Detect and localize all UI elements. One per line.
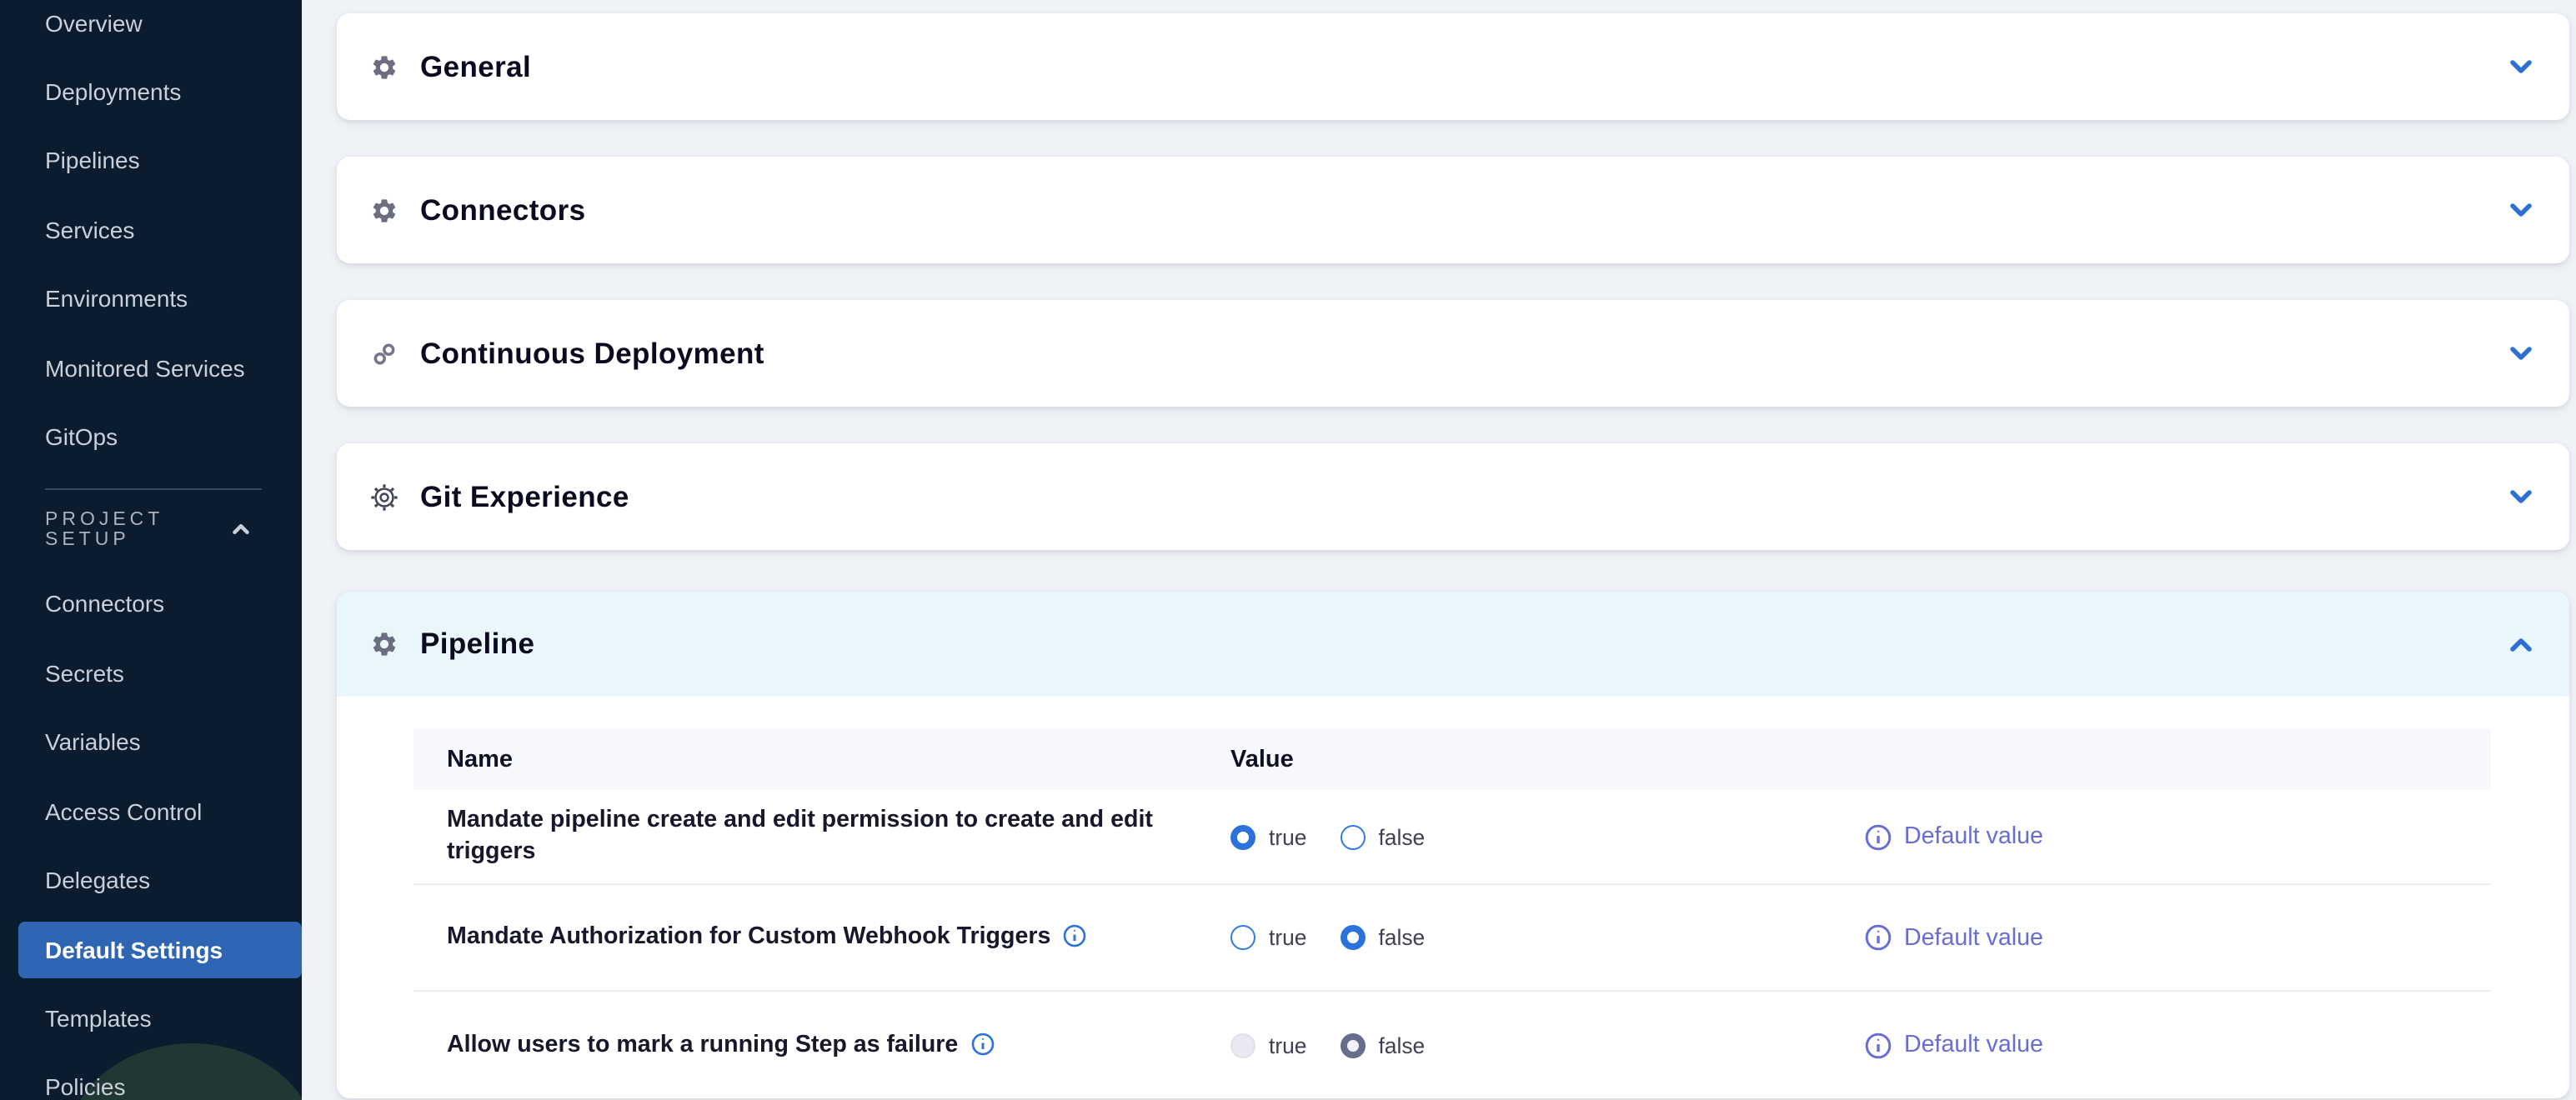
chevron-down-icon[interactable]	[2508, 53, 2534, 80]
default-value-link[interactable]: Default value	[1864, 923, 2491, 952]
true-false-radio-group: true false	[1230, 925, 1864, 950]
sidebar-item-monitored-services[interactable]: Monitored Services	[0, 333, 302, 402]
sidebar: OverviewDeploymentsPipelinesServicesEnvi…	[0, 0, 302, 1100]
table-rows: Mandate pipeline create and edit permiss…	[413, 790, 2491, 1098]
default-settings-page: OverviewDeploymentsPipelinesServicesEnvi…	[0, 0, 2576, 1100]
chevron-down-icon[interactable]	[2508, 340, 2534, 367]
true-false-radio-group: true false	[1230, 1032, 1864, 1058]
setting-name: Mandate pipeline create and edit permiss…	[447, 806, 1230, 868]
radio-selected-icon[interactable]	[1230, 824, 1255, 849]
section-header-git-experience[interactable]: Git Experience	[337, 443, 2569, 550]
default-value-text: Default value	[1904, 823, 2043, 850]
radio-option-false[interactable]: false	[1340, 824, 1425, 849]
column-header-name: Name	[447, 746, 1230, 772]
default-value-link[interactable]: Default value	[1864, 1031, 2491, 1059]
project-setup-label: PROJECT SETUP	[45, 509, 228, 549]
section-header-continuous-deployment[interactable]: Continuous Deployment	[337, 300, 2569, 407]
sidebar-nav-top: OverviewDeploymentsPipelinesServicesEnvi…	[0, 0, 302, 471]
radio-label: false	[1378, 925, 1425, 950]
table-row: Mandate Authorization for Custom Webhook…	[413, 885, 2491, 992]
table-row: Allow users to mark a running Step as fa…	[413, 992, 2491, 1098]
section-title: Pipeline	[420, 627, 534, 662]
section-title: General	[420, 49, 531, 84]
chevron-down-icon[interactable]	[2508, 197, 2534, 223]
section-title: Continuous Deployment	[420, 336, 764, 371]
sidebar-item-pipelines[interactable]: Pipelines	[0, 127, 302, 196]
radio-label: true	[1269, 1032, 1306, 1058]
radio-label: false	[1378, 824, 1425, 849]
sidebar-item-gitops[interactable]: GitOps	[0, 402, 302, 472]
section-header-general[interactable]: General	[337, 13, 2569, 120]
default-value-link[interactable]: Default value	[1864, 822, 2491, 851]
gear-outline-icon	[368, 482, 398, 512]
table-row: Mandate pipeline create and edit permiss…	[413, 790, 2491, 885]
setting-name-text: Mandate pipeline create and edit permiss…	[447, 808, 1153, 865]
radio-option-true[interactable]: true	[1230, 925, 1306, 950]
setting-name-text: Allow users to mark a running Step as fa…	[447, 1031, 958, 1058]
setting-name: Mandate Authorization for Custom Webhook…	[447, 922, 1230, 952]
sidebar-item-default-settings[interactable]: Default Settings	[18, 921, 302, 978]
sidebar-item-delegates[interactable]: Delegates	[0, 846, 302, 915]
sidebar-divider	[45, 488, 262, 489]
section-card-continuous-deployment: Continuous Deployment	[337, 300, 2569, 407]
radio-label: true	[1269, 824, 1306, 849]
setting-name: Allow users to mark a running Step as fa…	[447, 1029, 1230, 1060]
radio-selected-icon[interactable]	[1340, 925, 1365, 950]
section-header-connectors[interactable]: Connectors	[337, 157, 2569, 263]
sidebar-item-variables[interactable]: Variables	[0, 708, 302, 777]
chevron-up-icon[interactable]	[2508, 631, 2534, 658]
sidebar-item-connectors[interactable]: Connectors	[0, 569, 302, 638]
section-card-connectors: Connectors	[337, 157, 2569, 263]
column-header-value: Value	[1230, 746, 1864, 772]
info-circle-icon	[1864, 923, 1892, 952]
info-icon[interactable]	[1062, 923, 1087, 948]
sidebar-item-secrets[interactable]: Secrets	[0, 638, 302, 708]
radio-unselected-icon[interactable]	[1340, 824, 1365, 849]
sidebar-item-overview[interactable]: Overview	[0, 0, 302, 58]
radio-option-false[interactable]: false	[1340, 925, 1425, 950]
section-card-general: General	[337, 13, 2569, 120]
sidebar-item-policies[interactable]: Policies	[0, 1052, 302, 1100]
setting-name-text: Mandate Authorization for Custom Webhook…	[447, 923, 1050, 950]
sidebar-nav-project: ConnectorsSecretsVariablesAccess Control…	[0, 569, 302, 1100]
table-header: Name Value	[413, 728, 2491, 790]
sidebar-item-deployments[interactable]: Deployments	[0, 58, 302, 127]
info-circle-icon	[1864, 822, 1892, 851]
section-title: Connectors	[420, 192, 585, 228]
link-icon	[368, 338, 398, 368]
true-false-radio-group: true false	[1230, 824, 1864, 849]
default-value-text: Default value	[1904, 1032, 2043, 1058]
radio-unselected-icon[interactable]	[1230, 925, 1255, 950]
sidebar-section-project-setup[interactable]: PROJECT SETUP	[0, 509, 302, 549]
section-header-pipeline[interactable]: Pipeline	[337, 592, 2569, 697]
radio-option-true[interactable]: true	[1230, 824, 1306, 849]
radio-unselected-icon	[1230, 1032, 1255, 1058]
section-title: Git Experience	[420, 479, 629, 514]
radio-selected-icon	[1340, 1032, 1365, 1058]
sidebar-item-services[interactable]: Services	[0, 195, 302, 264]
info-circle-icon	[1864, 1031, 1892, 1059]
pipeline-settings-body: Name Value Mandate pipeline create and e…	[337, 697, 2569, 1098]
caret-up-icon[interactable]	[228, 517, 253, 542]
section-card-git-experience: Git Experience	[337, 443, 2569, 550]
sidebar-item-environments[interactable]: Environments	[0, 264, 302, 333]
sidebar-item-templates[interactable]: Templates	[0, 983, 302, 1052]
gear-filled-icon	[368, 195, 398, 225]
gear-filled-icon	[368, 52, 398, 82]
radio-option-true: true	[1230, 1032, 1306, 1058]
radio-label: false	[1378, 1032, 1425, 1058]
section-card-pipeline: Pipeline Name Value Mandate pipeline cre…	[337, 592, 2569, 1098]
default-value-text: Default value	[1904, 924, 2043, 951]
radio-label: true	[1269, 925, 1306, 950]
info-icon[interactable]	[970, 1031, 995, 1056]
radio-option-false: false	[1340, 1032, 1425, 1058]
gear-filled-icon	[368, 629, 398, 659]
main-content: General Connectors Continuous Deployment…	[302, 0, 2576, 1100]
sidebar-item-access-control[interactable]: Access Control	[0, 777, 302, 846]
chevron-down-icon[interactable]	[2508, 483, 2534, 510]
